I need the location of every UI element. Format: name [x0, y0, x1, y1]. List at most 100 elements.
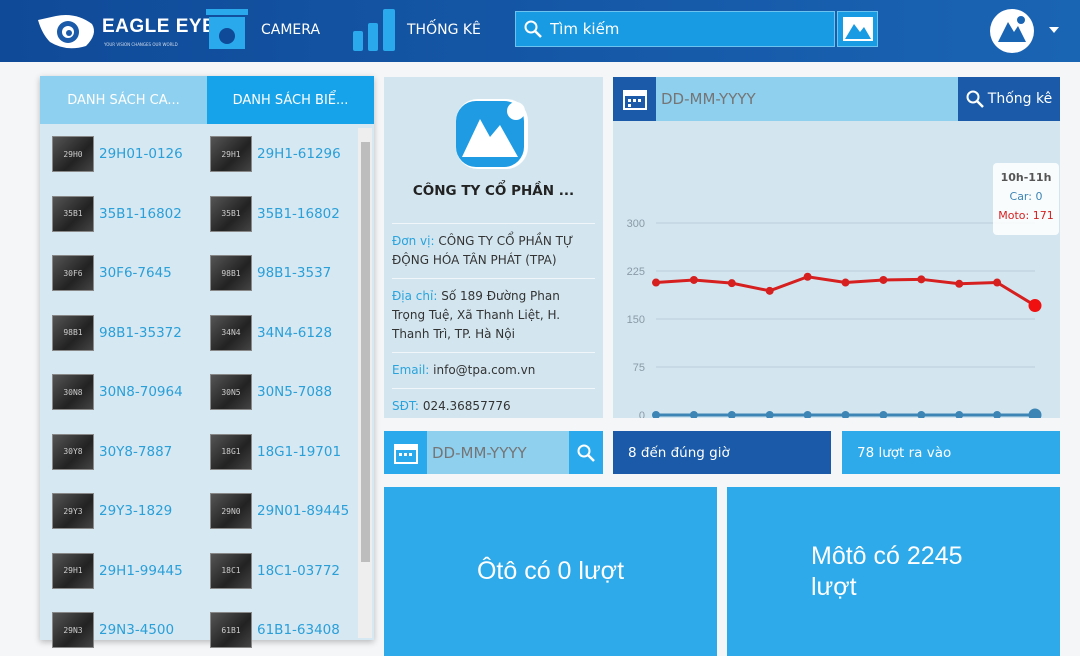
data-point[interactable] [727, 411, 736, 418]
plate-thumbnail: 34N4 [210, 314, 252, 351]
plate-list-item[interactable]: 29H0 29H01-0126 [52, 136, 183, 172]
plate-thumbnail: 35B1 [210, 195, 252, 232]
entries-count: 78 lượt ra vào [842, 431, 1060, 474]
plate-number: 29H1-61296 [257, 146, 341, 162]
plate-thumbnail: 30N5 [210, 374, 252, 410]
search-icon [966, 90, 984, 108]
image-icon [842, 17, 873, 41]
plate-list-item[interactable]: 29H1 29H1-99445 [52, 552, 183, 589]
search-box[interactable] [515, 11, 835, 47]
plate-list-item[interactable]: 30N8 30N8-70964 [52, 374, 183, 410]
nav-statistics[interactable]: THỐNG KÊ [407, 22, 481, 38]
plate-list-item[interactable]: 35B1 35B1-16802 [210, 195, 340, 232]
logo-text[interactable]: EAGLE EYE [102, 16, 215, 38]
data-point[interactable] [765, 411, 774, 418]
search-icon [577, 444, 595, 462]
plate-number: 29N01-89445 [257, 503, 350, 519]
car-count-tile: Ôtô có 0 lượt [384, 487, 717, 656]
search-input[interactable] [550, 20, 810, 38]
chart-card: Thống kê 0 75 150 225 300 10h-11h Car: 0 Mot… [613, 77, 1060, 418]
camera-icon[interactable] [206, 9, 248, 51]
calendar-button[interactable] [384, 431, 427, 474]
plate-thumbnail: 29N0 [210, 493, 252, 529]
data-point[interactable] [652, 411, 660, 418]
stats-search-button[interactable] [569, 431, 603, 474]
plate-number: 29N3-4500 [99, 622, 175, 638]
data-point[interactable] [689, 275, 698, 284]
data-point[interactable] [727, 279, 736, 288]
plate-list-item[interactable]: 29Y3 29Y3-1829 [52, 493, 172, 529]
data-point[interactable] [841, 278, 850, 287]
plate-list-item[interactable]: 30N5 30N5-7088 [210, 374, 332, 410]
plate-list-item[interactable]: 29N0 29N01-89445 [210, 493, 349, 529]
plate-number: 30F6-7645 [99, 265, 172, 281]
data-point[interactable] [803, 272, 812, 281]
data-point[interactable] [917, 411, 926, 418]
plate-list-item[interactable]: 35B1 35B1-16802 [52, 195, 182, 232]
tab-plate-list[interactable]: DANH SÁCH BIỂ... [207, 76, 374, 124]
plate-thumbnail: 30Y8 [52, 433, 94, 470]
stats-date-input[interactable] [432, 441, 562, 465]
company-logo-icon [456, 99, 528, 169]
plate-number: 29H1-99445 [99, 562, 183, 579]
data-point[interactable] [1028, 299, 1042, 313]
data-point[interactable] [765, 286, 774, 295]
plate-thumbnail: 18C1 [210, 552, 252, 589]
plate-list-item[interactable]: 30F6 30F6-7645 [52, 255, 172, 291]
plate-thumbnail: 61B1 [210, 612, 252, 648]
data-point[interactable] [1028, 408, 1042, 419]
bar-chart-icon[interactable] [353, 9, 397, 51]
plate-number: 29Y3-1829 [99, 503, 173, 519]
plate-list-item[interactable]: 18C1 18C1-03772 [210, 552, 341, 589]
data-point[interactable] [879, 411, 888, 418]
tab-camera-list[interactable]: DANH SÁCH CA... [40, 76, 207, 124]
plate-list-item[interactable]: 98B1 98B1-35372 [52, 314, 182, 351]
company-info-card: CÔNG TY CỔ PHẦN ... Đơn vị: CÔNG TY CỔ P… [384, 77, 603, 418]
user-avatar[interactable] [988, 8, 1036, 54]
calendar-icon [622, 90, 647, 110]
nav-camera[interactable]: CAMERA [261, 22, 320, 38]
plate-thumbnail: 29H1 [52, 552, 94, 589]
chart-date-input[interactable] [661, 87, 951, 111]
scrollbar-thumb[interactable] [361, 142, 370, 562]
plate-list-item[interactable]: 29H1 29H1-61296 [210, 136, 341, 172]
logo-tagline: YOUR VISION CHANGES OUR WORLD [104, 42, 178, 47]
plate-number: 98B1-3537 [257, 265, 332, 281]
plate-number: 18C1-03772 [257, 562, 341, 579]
plate-list-item[interactable]: 98B1 98B1-3537 [210, 255, 331, 291]
calendar-icon [393, 443, 418, 464]
data-point[interactable] [955, 279, 964, 288]
data-point[interactable] [803, 411, 812, 418]
plate-list-item[interactable]: 30Y8 30Y8-7887 [52, 433, 172, 470]
plate-number: 30N8-70964 [99, 384, 183, 400]
plate-list-item[interactable]: 34N4 34N4-6128 [210, 314, 333, 351]
y-tick-label: 225 [627, 266, 645, 278]
plate-number: 18G1-19701 [257, 443, 342, 460]
scrollbar[interactable] [358, 128, 372, 638]
chart-tooltip: 10h-11h Car: 0 Moto: 171 [993, 163, 1059, 235]
data-point[interactable] [917, 275, 926, 284]
data-point[interactable] [993, 411, 1002, 418]
plate-number: 34N4-6128 [257, 324, 333, 341]
plate-thumbnail: 18G1 [210, 433, 252, 470]
plate-list-item[interactable]: 29N3 29N3-4500 [52, 612, 174, 648]
data-point[interactable] [689, 411, 698, 418]
data-point[interactable] [652, 278, 660, 287]
plate-thumbnail: 30N8 [52, 374, 94, 410]
stats-date-picker [384, 431, 603, 474]
statistics-button[interactable]: Thống kê [958, 77, 1060, 121]
image-search-button[interactable] [837, 11, 878, 47]
chevron-down-icon[interactable] [1049, 27, 1059, 33]
plate-list-item[interactable]: 61B1 61B1-63408 [210, 612, 340, 648]
plate-thumbnail: 30F6 [52, 255, 94, 291]
calendar-button[interactable] [613, 77, 656, 121]
y-tick-label: 300 [627, 218, 645, 230]
data-point[interactable] [955, 411, 964, 418]
top-nav-bar: EAGLE EYE YOUR VISION CHANGES OUR WORLD … [0, 0, 1080, 62]
moto-count-tile: Môtô có 2245 lượt [727, 487, 1060, 656]
data-point[interactable] [841, 411, 850, 418]
plate-list-item[interactable]: 18G1 18G1-19701 [210, 433, 342, 470]
data-point[interactable] [879, 275, 888, 284]
search-icon [524, 20, 542, 38]
data-point[interactable] [993, 278, 1002, 287]
